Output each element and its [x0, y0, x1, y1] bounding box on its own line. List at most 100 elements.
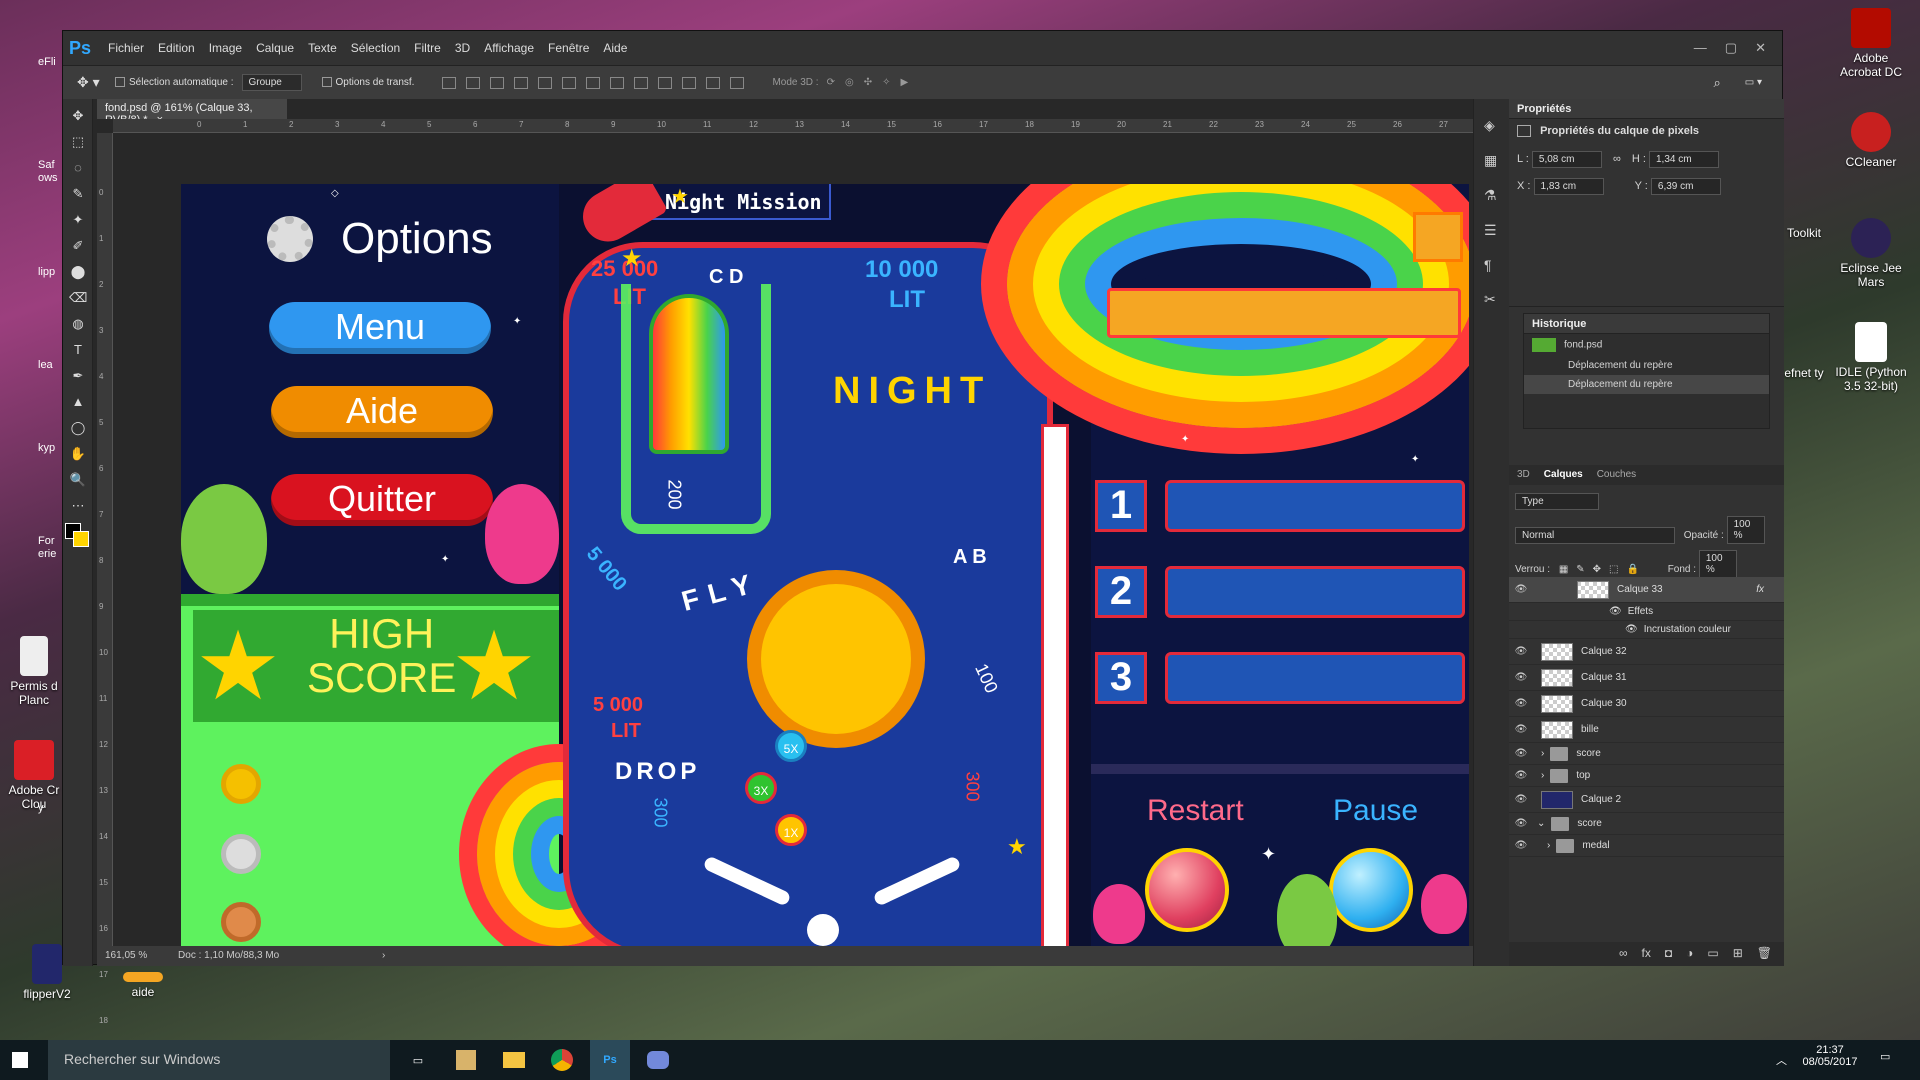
menu-3d[interactable]: 3D: [455, 41, 470, 55]
tab-3d[interactable]: 3D: [1517, 469, 1530, 481]
notification-icon[interactable]: ▭: [1880, 1050, 1890, 1063]
more-tools-icon[interactable]: ⋯: [69, 497, 87, 515]
app-taskbar-icon[interactable]: [446, 1040, 486, 1080]
effects-eye-icon[interactable]: 👁: [1609, 606, 1622, 617]
aide-desktop-icon[interactable]: aide: [104, 972, 182, 999]
visibility-eye-icon[interactable]: 👁: [1509, 840, 1533, 851]
minimize-button[interactable]: —: [1694, 40, 1707, 56]
distribute-top-icon[interactable]: [586, 76, 601, 89]
eyedropper-tool-icon[interactable]: ✦: [69, 211, 87, 229]
lock-icons[interactable]: ▦✎✥⬚🔒: [1559, 564, 1647, 575]
align-right-icon[interactable]: [562, 76, 577, 89]
layer-kind-filter[interactable]: Type: [1515, 493, 1599, 510]
orbit-3d-icon[interactable]: ⟳: [827, 77, 835, 88]
slide-3d-icon[interactable]: ✧: [882, 77, 890, 88]
hand-tool-icon[interactable]: ✋: [69, 445, 87, 463]
status-arrow-icon[interactable]: ›: [382, 950, 385, 961]
group-row[interactable]: 👁 › top: [1509, 765, 1784, 787]
new-group-icon[interactable]: ▭: [1707, 946, 1718, 962]
menu-aide[interactable]: Aide: [603, 41, 627, 55]
game-canvas[interactable]: Options Menu Aide Quitter HIGH SCORE ★ ★…: [181, 184, 1469, 958]
acrobat-desktop-icon[interactable]: Adobe Acrobat DC: [1832, 8, 1910, 79]
history-item-selected[interactable]: Déplacement du repère: [1524, 375, 1769, 394]
tray-chevron-icon[interactable]: ︿: [1776, 1052, 1787, 1068]
collapse-arrow-icon[interactable]: ⌄: [1537, 818, 1545, 829]
pause-button[interactable]: [1329, 848, 1413, 932]
align-left-icon[interactable]: [514, 76, 529, 89]
eclipse-desktop-icon[interactable]: Eclipse Jee Mars: [1832, 218, 1910, 289]
align-top-icon[interactable]: [442, 76, 457, 89]
document-tab[interactable]: fond.psd @ 161% (Calque 33, RVB/8) * ×: [97, 99, 287, 126]
visibility-eye-icon[interactable]: 👁: [1509, 698, 1533, 709]
tab-calques[interactable]: Calques: [1544, 469, 1583, 481]
windows-start-icon[interactable]: [12, 1052, 28, 1068]
discord-taskbar-icon[interactable]: [638, 1040, 678, 1080]
3d-panel-icon[interactable]: ◈: [1484, 117, 1499, 134]
visibility-eye-icon[interactable]: 👁: [1509, 818, 1533, 829]
aide-button[interactable]: Aide: [271, 386, 493, 438]
quick-select-tool-icon[interactable]: ✎: [69, 185, 87, 203]
link-icon[interactable]: ∞: [1613, 153, 1621, 165]
auto-select-checkbox[interactable]: Sélection automatique :: [115, 77, 234, 88]
photoshop-taskbar-icon[interactable]: Ps: [590, 1040, 630, 1080]
group-row[interactable]: 👁 › score: [1509, 743, 1784, 765]
marquee-tool-icon[interactable]: ⬚: [69, 133, 87, 151]
restart-button[interactable]: [1145, 848, 1229, 932]
document-area[interactable]: 0 1 2 3 4 5 6 7 8 9 10 11 12 13 14 15 16 17 18 19 20 21 22 23 24…: [97, 119, 1509, 1071]
layer-row[interactable]: 👁 bille: [1509, 717, 1784, 743]
adjustments-panel-icon[interactable]: ⚗: [1484, 187, 1499, 204]
visibility-eye-icon[interactable]: 👁: [1509, 724, 1533, 735]
stamp-tool-icon[interactable]: ⬤: [69, 263, 87, 281]
search-icon[interactable]: ⌕: [1713, 75, 1720, 91]
menu-filtre[interactable]: Filtre: [414, 41, 441, 55]
zoom-tool-icon[interactable]: 🔍: [69, 471, 87, 489]
layer-row[interactable]: 👁 Calque 2: [1509, 787, 1784, 813]
menu-affichage[interactable]: Affichage: [484, 41, 534, 55]
expand-arrow-icon[interactable]: ›: [1541, 748, 1544, 759]
menu-fichier[interactable]: Fichier: [108, 41, 144, 55]
height-field[interactable]: 1,34 cm: [1648, 151, 1719, 169]
group-select[interactable]: Groupe: [241, 74, 302, 91]
text-tool-icon[interactable]: T: [69, 341, 87, 359]
taskbar-search[interactable]: Rechercher sur Windows: [48, 1040, 390, 1080]
toolkit-desktop-icon[interactable]: Toolkit: [1776, 226, 1832, 240]
auto-align-icon[interactable]: [730, 76, 745, 89]
blend-mode-select[interactable]: Normal: [1515, 527, 1675, 544]
visibility-eye-icon[interactable]: 👁: [1509, 794, 1533, 805]
distribute-left-icon[interactable]: [658, 76, 673, 89]
menu-texte[interactable]: Texte: [308, 41, 337, 55]
x-field[interactable]: 1,83 cm: [1533, 178, 1604, 196]
zoom-level[interactable]: 161,05 %: [105, 950, 147, 961]
fx-icon[interactable]: fx: [1642, 946, 1651, 962]
visibility-eye-icon[interactable]: 👁: [1509, 584, 1533, 595]
ccleaner-desktop-icon[interactable]: CCleaner: [1832, 112, 1910, 169]
menu-image[interactable]: Image: [209, 41, 242, 55]
layer-effects-row[interactable]: 👁 Effets: [1509, 603, 1784, 621]
tab-couches[interactable]: Couches: [1597, 469, 1636, 481]
fill-field[interactable]: 100 %: [1698, 550, 1737, 578]
idle-desktop-icon[interactable]: IDLE (Python 3.5 32-bit): [1832, 322, 1910, 393]
shape-tool-icon[interactable]: ◯: [69, 419, 87, 437]
workspace-icon[interactable]: ▭ ▾: [1745, 77, 1762, 88]
history-item[interactable]: fond.psd: [1524, 334, 1769, 356]
y-field[interactable]: 6,39 cm: [1650, 178, 1721, 196]
menu-edition[interactable]: Edition: [158, 41, 195, 55]
group-row-open[interactable]: 👁 ⌄ score: [1509, 813, 1784, 835]
opacity-field[interactable]: 100 %: [1726, 516, 1765, 544]
camera-3d-icon[interactable]: ▶: [901, 77, 909, 88]
maximize-button[interactable]: ▢: [1725, 40, 1737, 56]
menu-calque[interactable]: Calque: [256, 41, 294, 55]
color-swatches[interactable]: [65, 523, 91, 549]
align-center-icon[interactable]: [538, 76, 553, 89]
character-panel-icon[interactable]: ¶: [1484, 257, 1499, 273]
pan-3d-icon[interactable]: ✣: [864, 77, 872, 88]
history-item[interactable]: Déplacement du repère: [1524, 356, 1769, 375]
adjustment-layer-icon[interactable]: ◑: [1686, 946, 1693, 962]
align-bottom-icon[interactable]: [490, 76, 505, 89]
visibility-eye-icon[interactable]: 👁: [1509, 646, 1533, 657]
delete-layer-icon[interactable]: 🗑: [1757, 946, 1772, 962]
quitter-button[interactable]: Quitter: [271, 474, 493, 526]
paint-bucket-tool-icon[interactable]: ◍: [69, 315, 87, 333]
background-color-swatch[interactable]: [73, 531, 89, 547]
effect-eye-icon[interactable]: 👁: [1625, 624, 1638, 635]
